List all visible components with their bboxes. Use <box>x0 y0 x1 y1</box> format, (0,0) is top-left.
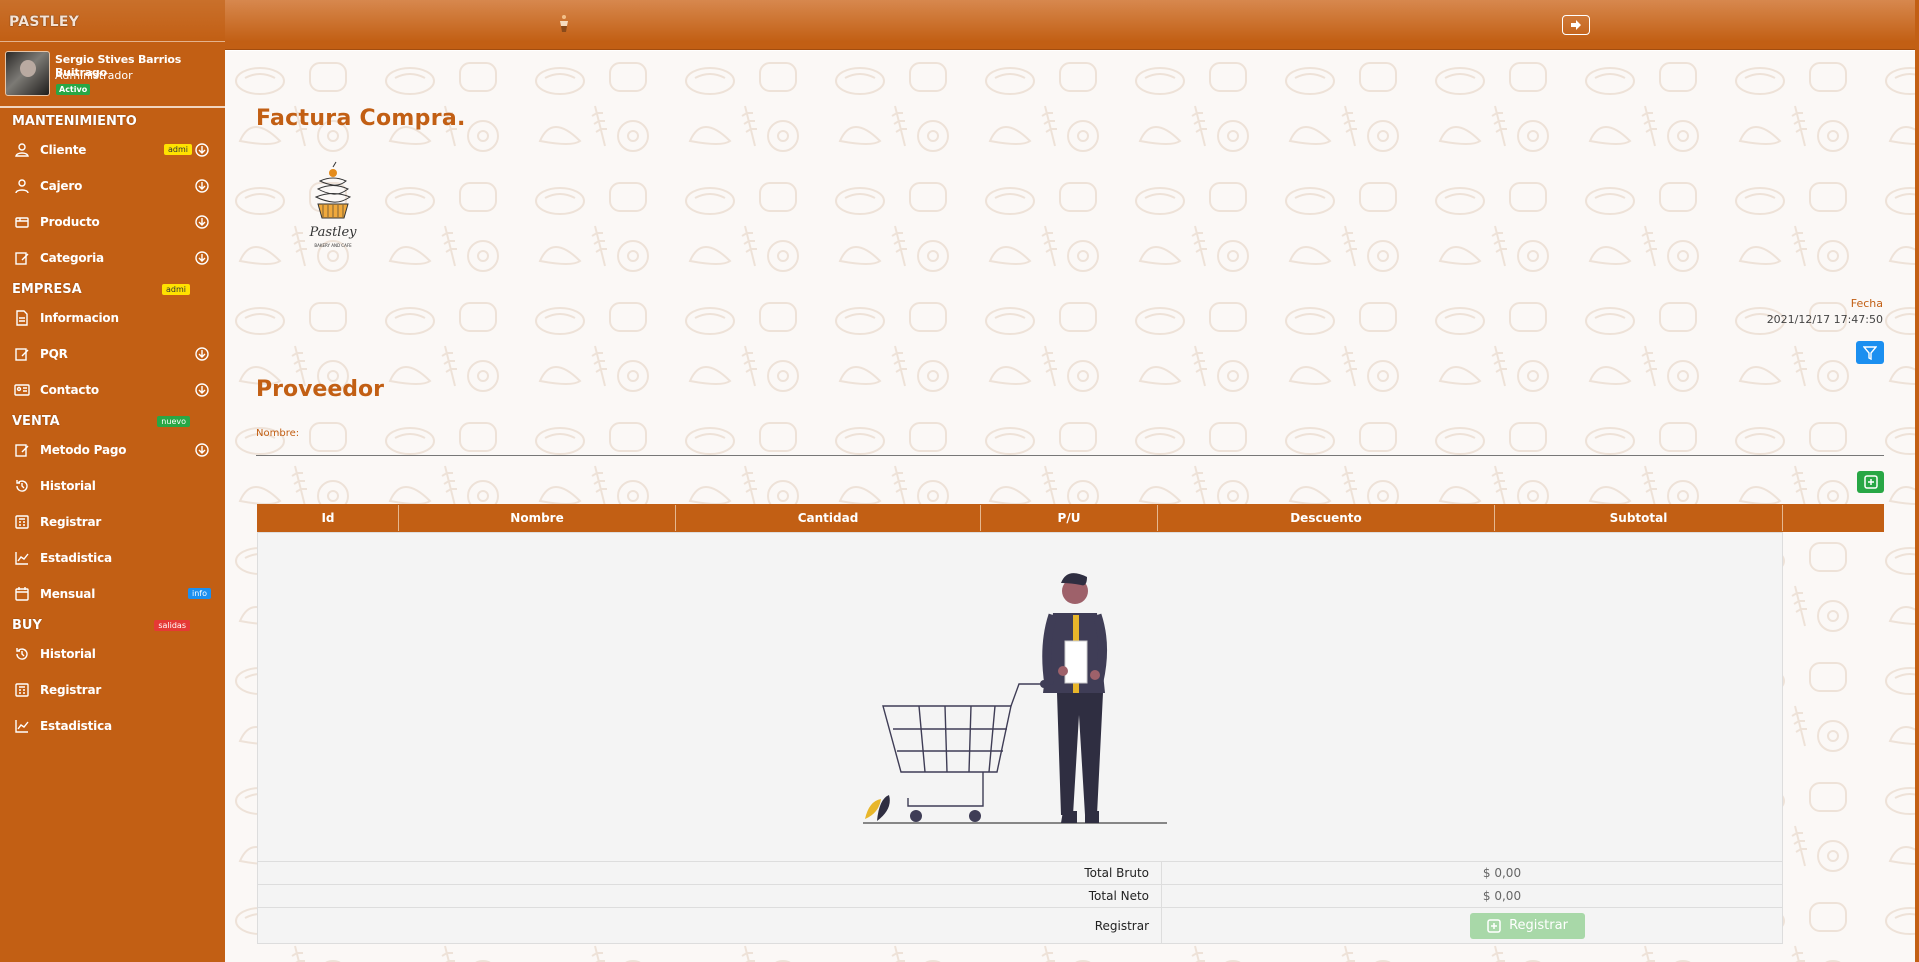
admin-badge: admi <box>164 144 192 155</box>
edit-icon <box>13 345 31 363</box>
cupcake-icon <box>558 14 570 36</box>
chevron-down-icon[interactable] <box>193 345 211 363</box>
sidebar-item-metodo-pago[interactable]: Metodo Pago <box>0 432 225 468</box>
sidebar-item-cajero[interactable]: Cajero <box>0 168 225 204</box>
user-outline-icon <box>13 141 31 159</box>
fecha-label: Fecha <box>1850 297 1883 310</box>
filter-icon <box>1863 345 1877 360</box>
pastley-logo: Pastley BAKERY AND CAFE <box>308 161 357 248</box>
sidebar-item-pqr[interactable]: PQR <box>0 336 225 372</box>
section-empresa: EMPRESA admi <box>0 276 225 300</box>
col-descuento[interactable]: Descuento <box>1158 505 1495 531</box>
registrar-row: Registrar Registrar <box>257 908 1783 944</box>
section-venta: VENTA nuevo <box>0 408 225 432</box>
col-pu[interactable]: P/U <box>981 505 1158 531</box>
col-cantidad[interactable]: Cantidad <box>676 505 981 531</box>
history-icon <box>13 477 31 495</box>
document-icon <box>13 309 31 327</box>
box-icon <box>13 213 31 231</box>
sidebar-item-informacion[interactable]: Informacion <box>0 300 225 336</box>
total-neto-value: $ 0,00 <box>1482 889 1522 903</box>
total-bruto-value: $ 0,00 <box>1482 866 1522 880</box>
info-badge: info <box>187 588 211 599</box>
sidebar: PASTLEY Sergio Stives Barrios Buitrago A… <box>0 0 225 962</box>
id-card-icon <box>13 381 31 399</box>
chart-icon <box>13 717 31 735</box>
total-bruto-label: Total Bruto <box>258 862 1162 884</box>
edit-icon <box>13 441 31 459</box>
sidebar-item-registrar-buy[interactable]: Registrar <box>0 672 225 708</box>
col-id[interactable]: Id <box>258 505 399 531</box>
chevron-down-icon[interactable] <box>193 177 211 195</box>
sidebar-item-estadistica-buy[interactable]: Estadistica <box>0 708 225 744</box>
sidebar-item-producto[interactable]: Producto <box>0 204 225 240</box>
user-panel: Sergio Stives Barrios Buitrago Administr… <box>0 42 225 108</box>
fecha-value: 2021/12/17 17:47:50 <box>1766 313 1883 326</box>
invoice-table: Id Nombre Cantidad P/U Descuento Subtota… <box>257 504 1884 944</box>
logout-button[interactable] <box>1562 15 1590 35</box>
salidas-badge: salidas <box>154 620 190 631</box>
section-buy: BUY salidas <box>0 612 225 636</box>
calculator-icon <box>13 681 31 699</box>
sidebar-item-mensual[interactable]: Mensual info <box>0 576 225 612</box>
person-icon <box>13 177 31 195</box>
admin-badge: admi <box>162 284 190 295</box>
sidebar-item-historial-venta[interactable]: Historial <box>0 468 225 504</box>
chevron-down-icon[interactable] <box>193 249 211 267</box>
sidebar-item-historial-buy[interactable]: Historial <box>0 636 225 672</box>
section-mantenimiento: MANTENIMIENTO <box>12 114 137 129</box>
page-title: Factura Compra. <box>256 106 466 131</box>
table-header: Id Nombre Cantidad P/U Descuento Subtota… <box>257 504 1884 532</box>
calculator-icon <box>13 513 31 531</box>
total-bruto-row: Total Bruto $ 0,00 <box>257 862 1783 885</box>
chevron-down-icon[interactable] <box>193 141 211 159</box>
status-badge: Activo <box>56 84 91 95</box>
proveedor-title: Proveedor <box>256 377 384 402</box>
registrar-label: Registrar <box>258 908 1162 943</box>
empty-table-body <box>257 532 1783 862</box>
nombre-input[interactable] <box>256 436 1884 456</box>
new-badge: nuevo <box>157 416 190 427</box>
chevron-down-icon[interactable] <box>193 213 211 231</box>
edit-icon <box>13 249 31 267</box>
svg-text:BAKERY AND CAFE: BAKERY AND CAFE <box>314 243 352 248</box>
sidebar-item-cliente[interactable]: Cliente admi <box>0 132 225 168</box>
main-content: Factura Compra. Pastley BAKERY AND CAFE … <box>225 51 1915 962</box>
totals-footer: Total Bruto $ 0,00 Total Neto $ 0,00 Reg… <box>257 862 1783 944</box>
sidebar-item-registrar-venta[interactable]: Registrar <box>0 504 225 540</box>
chevron-down-icon[interactable] <box>193 381 211 399</box>
total-neto-row: Total Neto $ 0,00 <box>257 885 1783 908</box>
add-product-button[interactable] <box>1857 471 1884 493</box>
sidebar-item-categoria[interactable]: Categoria <box>0 240 225 276</box>
shopping-illustration <box>863 573 1167 824</box>
col-subtotal[interactable]: Subtotal <box>1495 505 1783 531</box>
history-icon <box>13 645 31 663</box>
chevron-down-icon[interactable] <box>193 441 211 459</box>
avatar[interactable] <box>5 51 50 96</box>
sidebar-item-contacto[interactable]: Contacto <box>0 372 225 408</box>
top-bar <box>225 0 1915 50</box>
svg-text:Pastley: Pastley <box>308 225 357 240</box>
chart-icon <box>13 549 31 567</box>
col-nombre[interactable]: Nombre <box>399 505 676 531</box>
plus-icon <box>1863 475 1878 489</box>
calendar-icon <box>13 585 31 603</box>
sidebar-item-estadistica-venta[interactable]: Estadistica <box>0 540 225 576</box>
plus-icon <box>1487 918 1501 933</box>
user-role: Administrador <box>55 69 133 82</box>
registrar-button[interactable]: Registrar <box>1470 912 1585 939</box>
filter-button[interactable] <box>1856 341 1884 364</box>
brand-title: PASTLEY <box>0 0 225 42</box>
scrollbar[interactable] <box>1915 0 1919 962</box>
total-neto-label: Total Neto <box>258 885 1162 907</box>
